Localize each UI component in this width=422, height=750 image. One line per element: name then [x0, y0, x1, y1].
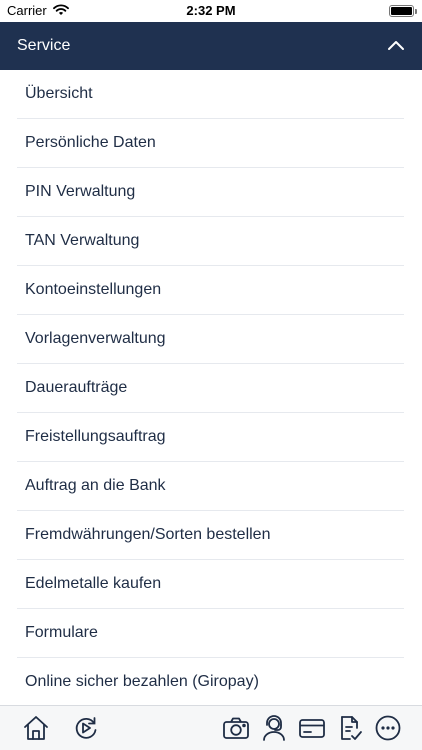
menu-item-tan-verwaltung[interactable]: TAN Verwaltung	[17, 217, 404, 266]
tab-bar	[0, 705, 422, 750]
menu-item-label: Vorlagenverwaltung	[25, 330, 166, 347]
menu-item-label: Formulare	[25, 624, 98, 641]
menu-item-uebersicht[interactable]: Übersicht	[17, 70, 404, 119]
menu-item-label: Kontoeinstellungen	[25, 281, 162, 298]
card-icon[interactable]	[298, 714, 326, 742]
support-agent-icon[interactable]	[260, 714, 288, 742]
menu-item-label: Übersicht	[25, 85, 93, 102]
menu-item-label: Edelmetalle kaufen	[25, 575, 162, 592]
menu-item-formulare[interactable]: Formulare	[17, 609, 404, 658]
menu-item-label: Fremdwährungen/Sorten bestellen	[25, 526, 271, 543]
battery-icon	[389, 5, 417, 17]
menu-item-fremdwaehrungen[interactable]: Fremdwährungen/Sorten bestellen	[17, 511, 404, 560]
menu-item-auftrag-an-die-bank[interactable]: Auftrag an die Bank	[17, 462, 404, 511]
refresh-icon[interactable]	[72, 714, 100, 742]
camera-icon[interactable]	[222, 714, 250, 742]
menu-item-freistellungsauftrag[interactable]: Freistellungsauftrag	[17, 413, 404, 462]
menu-item-vorlagenverwaltung[interactable]: Vorlagenverwaltung	[17, 315, 404, 364]
menu-item-label: Online sicher bezahlen (Giropay)	[25, 673, 259, 690]
menu-item-label: Auftrag an die Bank	[25, 477, 166, 494]
menu-item-kontoeinstellungen[interactable]: Kontoeinstellungen	[17, 266, 404, 315]
menu-item-label: TAN Verwaltung	[25, 232, 140, 249]
battery-level	[391, 7, 412, 15]
status-bar: Carrier 2:32 PM	[0, 0, 422, 22]
menu-item-giropay[interactable]: Online sicher bezahlen (Giropay)	[17, 658, 404, 707]
menu-item-pin-verwaltung[interactable]: PIN Verwaltung	[17, 168, 404, 217]
more-icon[interactable]	[374, 714, 402, 742]
status-time: 2:32 PM	[186, 3, 236, 18]
section-header[interactable]: Service	[0, 22, 422, 70]
menu-item-label: Freistellungsauftrag	[25, 428, 166, 445]
menu-item-edelmetalle[interactable]: Edelmetalle kaufen	[17, 560, 404, 609]
menu-item-label: Persönliche Daten	[25, 134, 156, 151]
menu-item-persoenliche-daten[interactable]: Persönliche Daten	[17, 119, 404, 168]
home-icon[interactable]	[22, 714, 50, 742]
menu-item-label: PIN Verwaltung	[25, 183, 136, 200]
section-title: Service	[17, 37, 71, 54]
chevron-up-icon[interactable]	[384, 34, 408, 58]
service-menu: Übersicht Persönliche Daten PIN Verwaltu…	[0, 70, 422, 707]
menu-item-dauerauftraege[interactable]: Daueraufträge	[17, 364, 404, 413]
document-check-icon[interactable]	[336, 714, 364, 742]
menu-item-label: Daueraufträge	[25, 379, 128, 396]
